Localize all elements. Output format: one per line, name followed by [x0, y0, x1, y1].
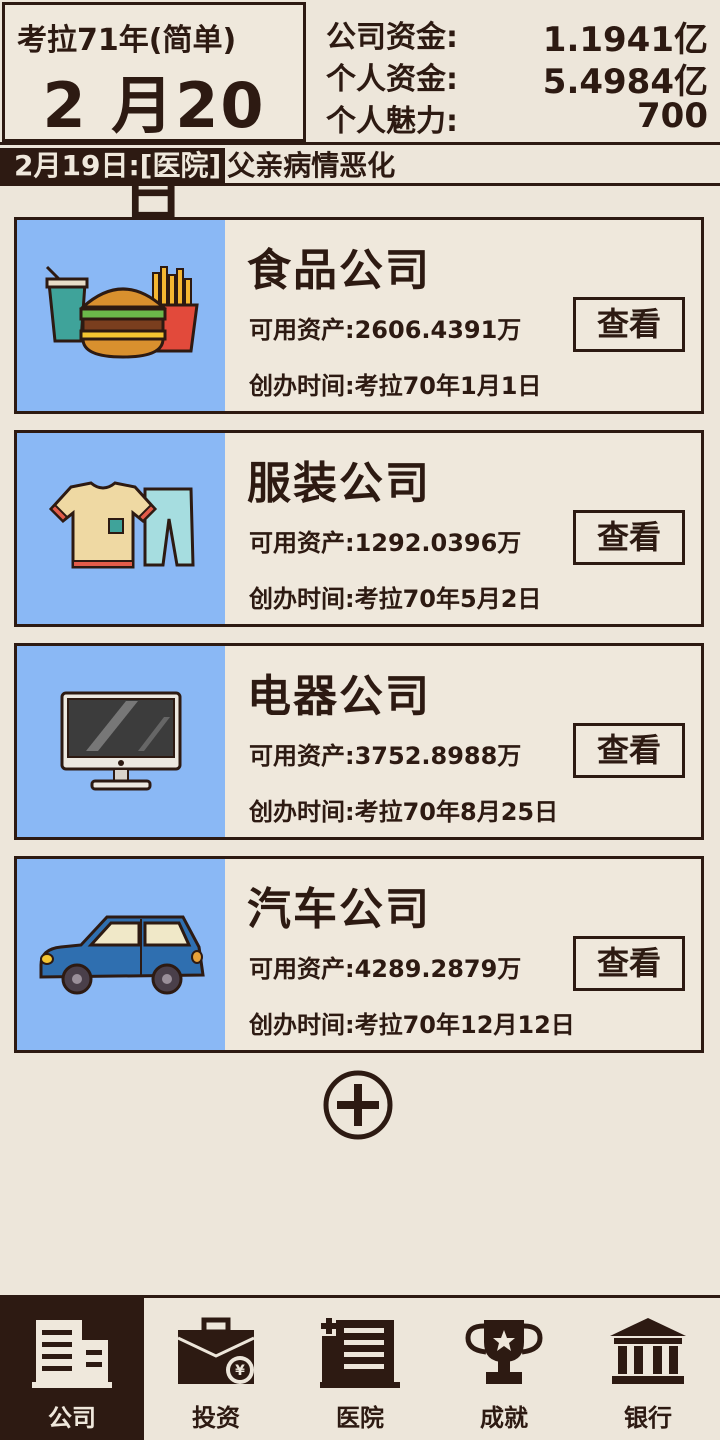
- notice-date: 2月19日:[医院]: [0, 148, 226, 184]
- company-card-electronics: 电器公司 可用资产:3752.8988万 创办时间:考拉70年8月25日 查看: [14, 643, 704, 840]
- car-icon: [17, 859, 225, 1050]
- company-founded: 创办时间:考拉70年5月2日: [249, 585, 542, 613]
- notice-message: 父亲病情恶化: [227, 149, 396, 182]
- company-assets: 可用资产:3752.8988万: [249, 742, 522, 770]
- company-funds-row: 公司资金: 1.1941亿: [326, 12, 708, 60]
- nav-tab-bank[interactable]: 银行: [576, 1298, 720, 1440]
- company-assets: 可用资产:2606.4391万: [249, 316, 522, 344]
- nav-label: 医院: [336, 1404, 384, 1432]
- company-list: 食品公司 可用资产:2606.4391万 创办时间:考拉70年1月1日 查看 服…: [14, 217, 704, 1069]
- briefcase-icon: ¥: [177, 1317, 255, 1384]
- nav-tab-invest[interactable]: ¥ 投资: [144, 1298, 288, 1440]
- company-funds-label: 公司资金:: [326, 20, 458, 55]
- svg-text:¥: ¥: [235, 1363, 245, 1379]
- plus-circle-icon: [323, 1070, 393, 1140]
- charisma-value: 700: [637, 96, 708, 136]
- status-header: 考拉71年(简单) 2 月20 日 公司资金: 1.1941亿 个人资金: 5.…: [0, 0, 720, 232]
- view-button[interactable]: 查看: [573, 723, 685, 778]
- company-name: 汽车公司: [247, 884, 431, 935]
- nav-tab-achievements[interactable]: 成就: [432, 1298, 576, 1440]
- nav-tab-company[interactable]: 公司: [0, 1298, 144, 1440]
- company-founded: 创办时间:考拉70年8月25日: [249, 798, 559, 826]
- nav-label: 成就: [480, 1404, 528, 1432]
- monitor-icon: [17, 646, 225, 837]
- company-founded: 创办时间:考拉70年12月12日: [249, 1011, 575, 1039]
- company-name: 服装公司: [247, 458, 431, 509]
- event-notice: 2月19日:[医院] 父亲病情恶化: [0, 148, 720, 186]
- trophy-icon: [465, 1320, 543, 1384]
- company-founded: 创办时间:考拉70年1月1日: [249, 372, 542, 400]
- stats-panel: 公司资金: 1.1941亿 个人资金: 5.4984亿 个人魅力: 700: [308, 0, 720, 142]
- current-date: 2 月20 日: [42, 69, 266, 232]
- date-panel: 考拉71年(简单) 2 月20 日: [2, 2, 306, 232]
- company-card-food: 食品公司 可用资产:2606.4391万 创办时间:考拉70年1月1日 查看: [14, 217, 704, 414]
- company-card-auto: 汽车公司 可用资产:4289.2879万 创办时间:考拉70年12月12日 查看: [14, 856, 704, 1053]
- bank-icon: [610, 1318, 686, 1384]
- view-button[interactable]: 查看: [573, 510, 685, 565]
- add-company-button[interactable]: [323, 1070, 393, 1140]
- hospital-icon: [320, 1318, 400, 1388]
- company-card-clothing: 服装公司 可用资产:1292.0396万 创办时间:考拉70年5月2日 查看: [14, 430, 704, 627]
- nav-label: 银行: [624, 1404, 672, 1432]
- personal-funds-row: 个人资金: 5.4984亿: [326, 54, 708, 102]
- company-assets: 可用资产:1292.0396万: [249, 529, 522, 557]
- building-icon: [32, 1320, 112, 1388]
- nav-label: 投资: [192, 1404, 240, 1432]
- bottom-nav: 公司 ¥ 投资 医院 成就 银行: [0, 1295, 720, 1440]
- company-name: 电器公司: [247, 671, 431, 722]
- charisma-label: 个人魅力:: [326, 104, 458, 139]
- year-label: 考拉71年(简单): [17, 23, 237, 58]
- personal-funds-label: 个人资金:: [326, 62, 458, 97]
- nav-label: 公司: [48, 1404, 96, 1432]
- food-icon: [17, 220, 225, 411]
- view-button[interactable]: 查看: [573, 297, 685, 352]
- clothing-icon: [17, 433, 225, 624]
- company-name: 食品公司: [247, 245, 431, 296]
- charisma-row: 个人魅力: 700: [326, 96, 708, 139]
- company-assets: 可用资产:4289.2879万: [249, 955, 522, 983]
- view-button[interactable]: 查看: [573, 936, 685, 991]
- nav-tab-hospital[interactable]: 医院: [288, 1298, 432, 1440]
